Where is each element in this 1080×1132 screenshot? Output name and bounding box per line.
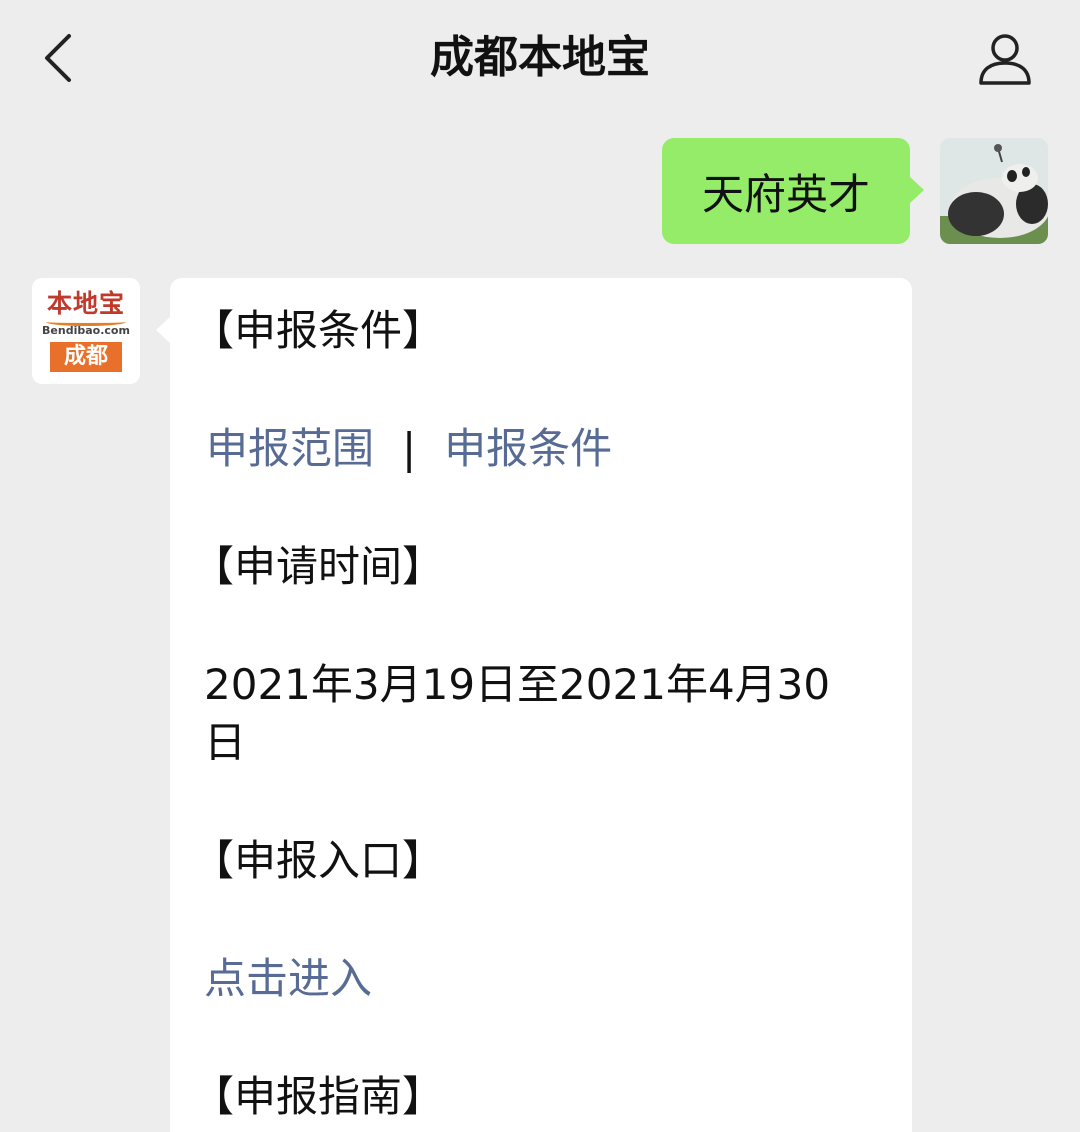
link-scope[interactable]: 申报范围 xyxy=(206,424,374,473)
chat-screen: 成都本地宝 天府英才 本地宝 Bendibao.com 成都 【申报条件】 申报… xyxy=(0,0,1080,1132)
outgoing-message-text: 天府英才 xyxy=(701,169,870,219)
bot-logo-bottom: 成都 xyxy=(50,342,122,372)
panda-photo-avatar xyxy=(940,138,1048,244)
heading-guide: 【申报指南】 xyxy=(192,1072,445,1121)
incoming-message: 【申报条件】 申报范围 | 申报条件 【申请时间】 2021年3月19日至2021年… xyxy=(156,278,912,1132)
user-avatar[interactable] xyxy=(940,138,1048,244)
heading-time: 【申请时间】 xyxy=(192,542,445,591)
bot-logo-mid: Bendibao.com xyxy=(42,324,130,337)
link-conditions[interactable]: 申报条件 xyxy=(444,424,612,473)
chat-title: 成都本地宝 xyxy=(430,32,650,83)
outgoing-message[interactable]: 天府英才 xyxy=(662,138,924,244)
profile-button[interactable] xyxy=(970,28,1040,90)
links-row: 申报范围 | 申报条件 xyxy=(206,420,612,478)
heading-conditions: 【申报条件】 xyxy=(192,306,445,355)
link-separator: | xyxy=(402,424,417,473)
link-enter[interactable]: 点击进入 xyxy=(204,950,372,1008)
time-line-2: 日 xyxy=(204,718,247,767)
time-line-1: 2021年3月19日至2021年4月30 xyxy=(204,660,831,709)
user-icon xyxy=(979,34,1031,85)
bot-logo-top: 本地宝 xyxy=(46,289,125,318)
heading-entry: 【申报入口】 xyxy=(192,836,445,885)
chat-header: 成都本地宝 xyxy=(0,0,1080,118)
bot-avatar[interactable]: 本地宝 Bendibao.com 成都 xyxy=(32,278,140,384)
